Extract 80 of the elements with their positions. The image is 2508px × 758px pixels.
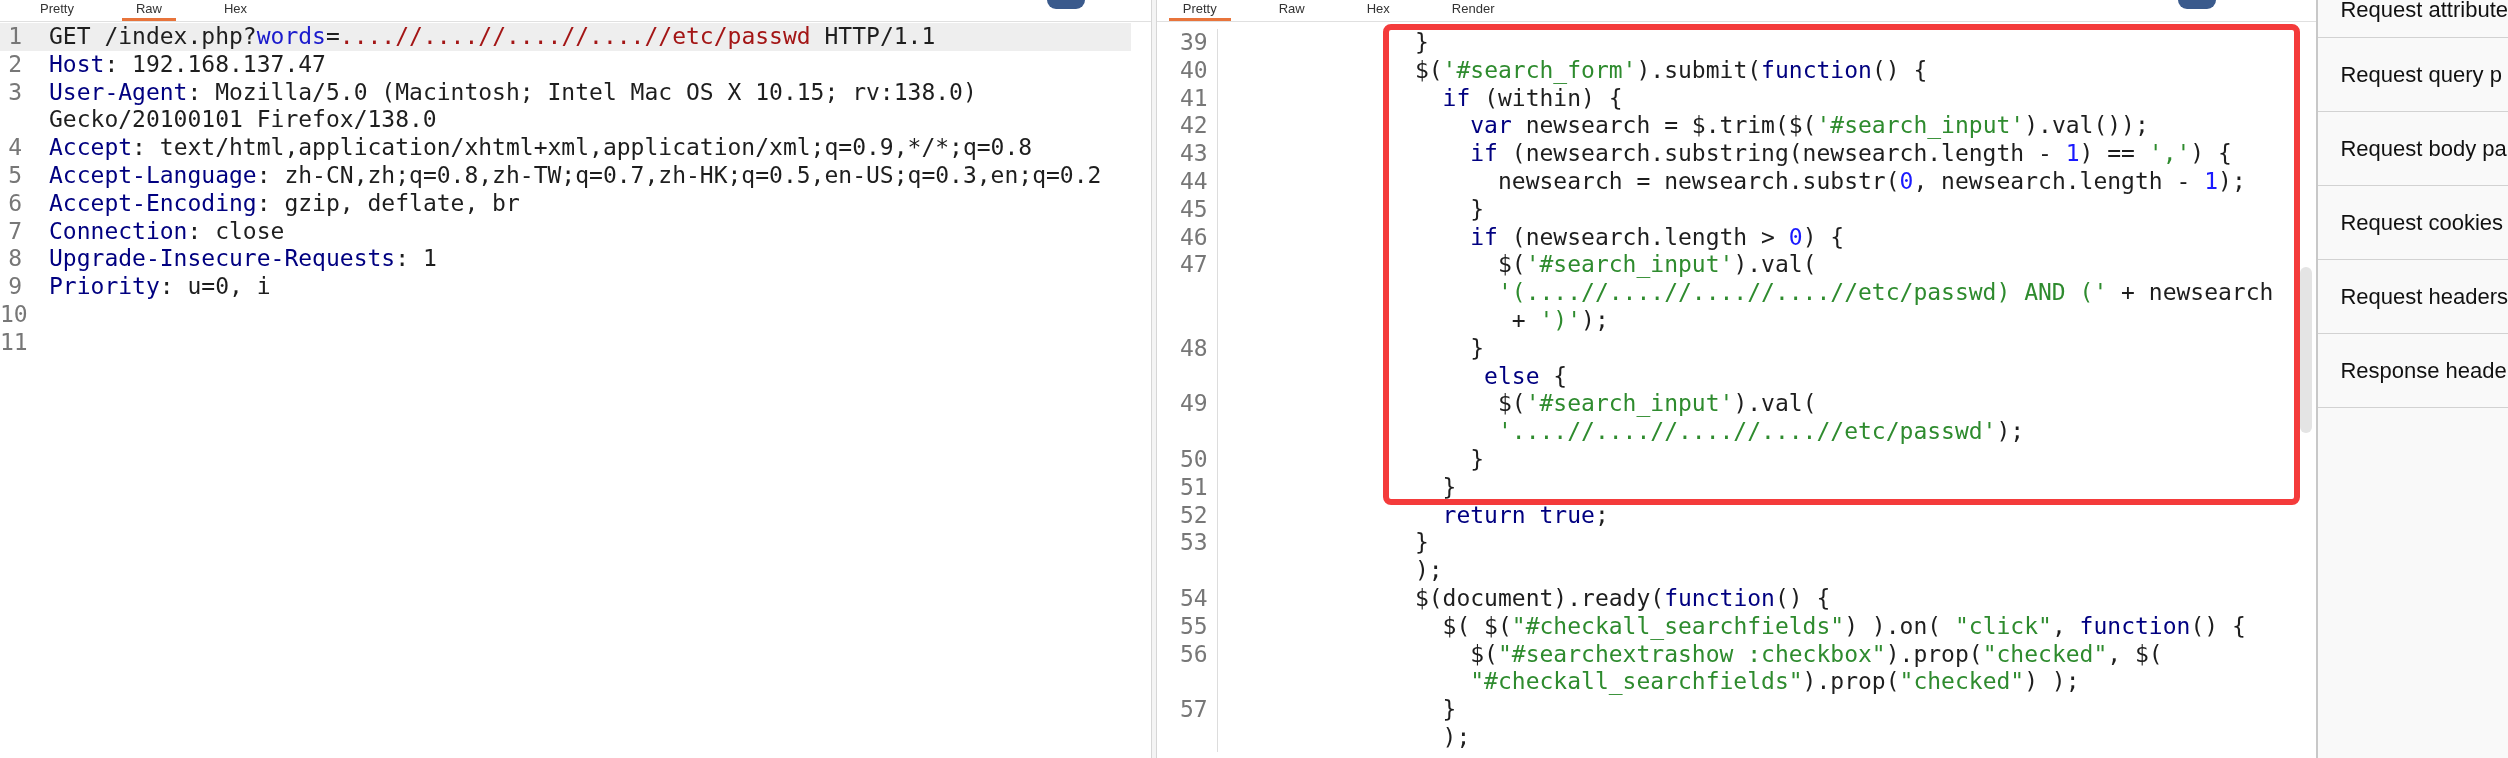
code-line: ); <box>1413 557 1443 585</box>
code-line: + ')'); <box>1510 306 1609 335</box>
line-number: 5 <box>7 162 23 190</box>
tab[interactable]: Render <box>1437 0 1509 21</box>
code-line: ); <box>1441 723 1471 752</box>
line-number: 40 <box>1156 56 1218 85</box>
line-number: 54 <box>1156 584 1218 613</box>
tab[interactable]: Hex <box>1352 0 1404 21</box>
line-number: 52 <box>1156 501 1218 530</box>
code-line: $("#searchextrashow :checkbox").prop("checked", $( <box>1469 640 2163 669</box>
tab[interactable]: Raw <box>1264 0 1319 21</box>
code-line: Priority: u=0, i <box>49 273 271 301</box>
code-line: Accept-Encoding: gzip, deflate, br <box>49 189 520 218</box>
code-line: Host: 192.168.137.47 <box>49 50 326 79</box>
inspector-item[interactable]: Request headers <box>2318 260 2508 334</box>
inspector-item[interactable]: Request query p <box>2318 38 2508 112</box>
rounded-icon[interactable] <box>1046 0 1085 9</box>
code-line: else { <box>1483 362 1568 391</box>
inspector-item[interactable]: Response heade <box>2318 334 2508 408</box>
tab[interactable]: Pretty <box>1168 0 1231 21</box>
line-number: 55 <box>1156 612 1218 641</box>
line-number: 10 <box>0 300 29 329</box>
line-number: 3 <box>7 78 23 107</box>
code-line: Upgrade-Insecure-Requests: 1 <box>49 245 437 274</box>
line-number: 51 <box>1156 473 1218 502</box>
code-line: } <box>1469 334 1485 363</box>
line-number: 2 <box>7 50 23 79</box>
line-number: 11 <box>0 328 29 357</box>
code-line: $(document).ready(function() { <box>1413 584 1831 613</box>
code-line: } <box>1441 473 1457 502</box>
code-line: if (newsearch.length > 0) { <box>1469 223 1845 252</box>
line-number: 50 <box>1156 445 1218 474</box>
inspector-item[interactable]: Request attribute <box>2318 0 2508 38</box>
line-number: 48 <box>1156 334 1218 363</box>
line-number: 7 <box>7 217 23 246</box>
line-number: 6 <box>7 189 23 218</box>
code-line: Accept-Language: zh-CN,zh;q=0.8,zh-TW;q=0.7,zh-HK;q=0.5,en-US;q=0.3,en;q=0.2 <box>49 162 1102 190</box>
code-line: var newsearch = $.trim($('#search_input').val()); <box>1469 112 2149 141</box>
line-number: 43 <box>1156 140 1218 168</box>
code-line: } <box>1469 445 1485 474</box>
code-line: $('#search_input').val( <box>1496 251 1817 280</box>
line-number: 9 <box>7 273 23 301</box>
tab[interactable]: Pretty <box>26 0 88 21</box>
line-number: 46 <box>1156 223 1218 252</box>
code-line: } <box>1469 195 1485 224</box>
line-number: 45 <box>1156 195 1218 224</box>
code-line: } <box>1441 696 1457 724</box>
line-number: 41 <box>1156 84 1218 113</box>
code-line: $( $("#checkall_searchfields") ).on( "click", function() { <box>1441 612 2246 641</box>
code-line: Accept: text/html,application/xhtml+xml,application/xml;q=0.9,*/*;q=0.8 <box>49 134 1033 162</box>
code-line: } <box>1413 529 1429 558</box>
code-line: $('#search_form').submit(function() { <box>1413 56 1928 85</box>
code-line: User-Agent: Mozilla/5.0 (Macintosh; Intel Mac OS X 10.15; rv:138.0) <box>49 78 977 107</box>
code-line: } <box>1413 29 1429 57</box>
code-line: $('#search_input').val( <box>1496 390 1817 419</box>
line-number: 57 <box>1156 696 1218 724</box>
code-line: if (within) { <box>1441 84 1623 113</box>
inspector-item[interactable]: Request body pa <box>2318 112 2508 186</box>
code-line: newsearch = newsearch.substr(0, newsearch.length - 1); <box>1496 168 2246 196</box>
line-number: 1 <box>7 23 23 51</box>
line-number: 44 <box>1156 168 1218 196</box>
line-number: 4 <box>7 134 23 162</box>
line-number: 42 <box>1156 112 1218 141</box>
tab[interactable]: Hex <box>210 0 262 21</box>
line-number: 56 <box>1156 640 1218 669</box>
line-number: 53 <box>1156 529 1218 558</box>
line-number: 47 <box>1156 251 1218 280</box>
inspector-item[interactable]: Request cookies <box>2318 186 2508 260</box>
code-line: "#checkall_searchfields").prop("checked") ); <box>1469 668 2080 697</box>
rounded-icon[interactable] <box>2178 0 2217 9</box>
code-line: Gecko/20100101 Firefox/138.0 <box>49 106 437 135</box>
code-line: '....//....//....//....//etc/passwd'); <box>1496 418 2025 446</box>
line-number: 39 <box>1156 29 1218 57</box>
code-line: Connection: close <box>49 217 285 246</box>
code-line: '(....//....//....//....//etc/passwd) AND (' + newsearch <box>1496 279 2274 307</box>
code-line: return true; <box>1441 501 1609 530</box>
code-line: if (newsearch.substring(newsearch.length - 1) == ',') { <box>1469 140 2232 168</box>
line-number: 8 <box>7 245 23 274</box>
code-line: GET /index.php?words=....//....//....//....//etc/passwd HTTP/1.1 <box>49 23 936 51</box>
line-number: 49 <box>1156 390 1218 419</box>
